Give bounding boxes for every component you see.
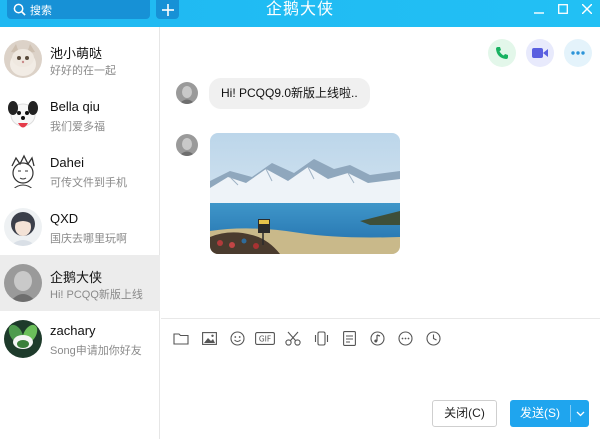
contact-name: 企鹅大侠: [50, 270, 103, 285]
chat-panel: Hi! PCQQ9.0新版上线啦.. GIF 关闭(C) 发送(S): [161, 27, 600, 439]
contact-preview: Song申请加你好友: [50, 345, 142, 357]
contact-name: 池小萌哒: [50, 46, 103, 61]
sender-avatar[interactable]: [176, 82, 198, 104]
close-icon[interactable]: [580, 2, 594, 16]
sender-avatar[interactable]: [176, 134, 198, 156]
folder-icon[interactable]: [171, 329, 191, 347]
more-icon[interactable]: [395, 329, 415, 347]
shake-icon[interactable]: [311, 329, 331, 347]
close-button[interactable]: 关闭(C): [432, 400, 497, 427]
search-placeholder: 搜索: [30, 4, 52, 17]
doc-icon[interactable]: [339, 329, 359, 347]
video-icon: [532, 48, 548, 58]
send-label: 发送(S): [520, 406, 560, 420]
chevron-down-icon[interactable]: [571, 400, 589, 427]
search-box[interactable]: 搜索: [7, 0, 150, 19]
contact-name: zachary: [50, 323, 96, 338]
music-icon[interactable]: [367, 329, 387, 347]
gray-avatar: [4, 264, 42, 302]
lake-mountain-photo[interactable]: [210, 133, 400, 254]
voice-call-button[interactable]: [488, 39, 516, 67]
contact-preview: 国庆去哪里玩啊: [50, 233, 127, 245]
contact-item[interactable]: Bella qiu 我们爱多福: [0, 87, 160, 143]
contact-item[interactable]: QXD 国庆去哪里玩啊: [0, 199, 160, 255]
girl-avatar: [4, 208, 42, 246]
more-icon: [571, 51, 585, 55]
send-button[interactable]: 发送(S): [510, 400, 589, 427]
gif-icon[interactable]: GIF: [255, 329, 275, 347]
plus-icon: [161, 3, 174, 16]
add-button[interactable]: [156, 0, 179, 19]
minimize-icon[interactable]: [532, 2, 546, 16]
contact-list: 池小萌哒 好好的在一起 Bella qiu 我们爱多福 Dahei 可传文件到手…: [0, 27, 160, 439]
title-bar: 搜索 企鹅大侠: [0, 0, 600, 27]
contact-preview: Hi! PCQQ新版上线: [50, 289, 143, 301]
emoji-icon[interactable]: [227, 329, 247, 347]
image-icon[interactable]: [199, 329, 219, 347]
input-divider: [161, 318, 600, 319]
scissors-icon[interactable]: [283, 329, 303, 347]
message-bubble: Hi! PCQQ9.0新版上线啦..: [209, 78, 370, 109]
sketch-avatar: [4, 152, 42, 190]
contact-item[interactable]: 池小萌哒 好好的在一起: [0, 31, 160, 87]
contact-name: Dahei: [50, 155, 84, 170]
video-call-button[interactable]: [526, 39, 554, 67]
more-options-button[interactable]: [564, 39, 592, 67]
contact-name: Bella qiu: [50, 99, 100, 114]
contact-preview: 好好的在一起: [50, 65, 116, 77]
contact-preview: 我们爱多福: [50, 121, 105, 133]
contact-item[interactable]: zachary Song申请加你好友: [0, 311, 160, 367]
contact-preview: 可传文件到手机: [50, 177, 127, 189]
dog-avatar: [4, 96, 42, 134]
phone-icon: [496, 47, 508, 59]
maximize-icon[interactable]: [556, 2, 570, 16]
contact-item[interactable]: Dahei 可传文件到手机: [0, 143, 160, 199]
contact-name: QXD: [50, 211, 79, 226]
search-icon: [13, 3, 26, 16]
clock-icon[interactable]: [423, 329, 443, 347]
cat-avatar: [4, 40, 42, 78]
plant-avatar: [4, 320, 42, 358]
svg-text:GIF: GIF: [259, 334, 271, 343]
input-toolbar: GIF: [171, 329, 443, 347]
contact-item-selected[interactable]: 企鹅大侠 Hi! PCQQ新版上线: [0, 255, 160, 311]
